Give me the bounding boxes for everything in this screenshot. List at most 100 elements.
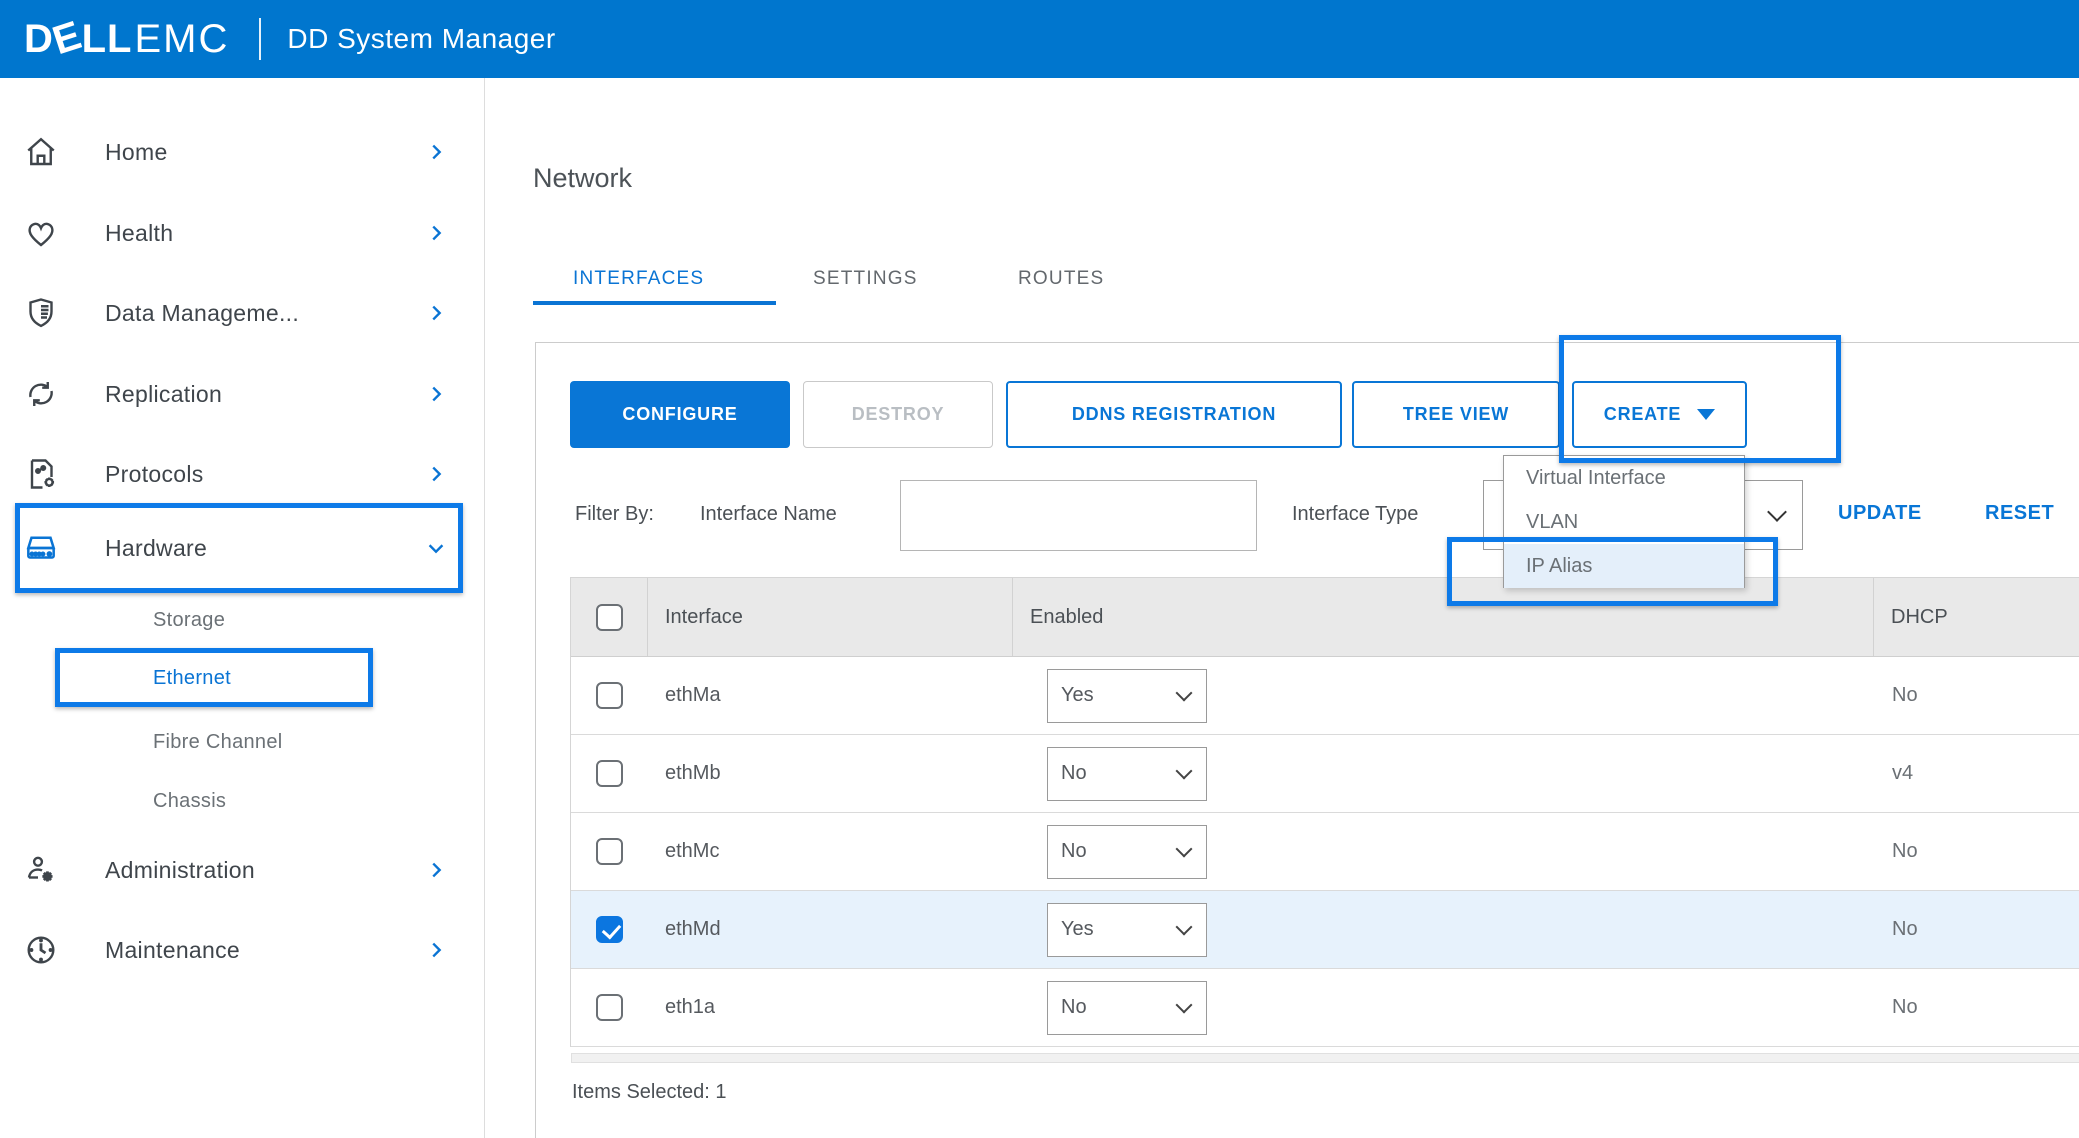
chevron-right-icon (425, 463, 447, 485)
interface-type-label: Interface Type (1292, 503, 1418, 526)
chevron-right-icon (425, 939, 447, 961)
dhcp-value: No (1874, 840, 2079, 863)
header-divider (259, 18, 261, 60)
sidebar-item-label: Replication (105, 381, 222, 408)
sidebar-subitem-label: Ethernet (153, 667, 231, 690)
sidebar-item-label: Maintenance (105, 937, 240, 964)
chevron-right-icon (425, 383, 447, 405)
chevron-right-icon (425, 222, 447, 244)
sidebar-item-label: Data Manageme... (105, 300, 299, 327)
row-checkbox[interactable] (596, 760, 623, 787)
enabled-value: Yes (1048, 684, 1094, 707)
horizontal-scrollbar[interactable] (571, 1053, 2079, 1063)
row-checkbox[interactable] (596, 682, 623, 709)
tree-view-button[interactable]: TREE VIEW (1352, 381, 1560, 448)
enabled-select[interactable]: Yes (1047, 669, 1207, 723)
shield-icon (22, 293, 60, 333)
sidebar-item-replication[interactable]: Replication (0, 370, 485, 418)
sidebar-item-storage[interactable]: Storage (0, 596, 485, 644)
enabled-select[interactable]: No (1047, 747, 1207, 801)
sidebar-item-ethernet[interactable]: Ethernet (0, 654, 485, 702)
page-title: Network (533, 163, 632, 194)
sidebar-item-maintenance[interactable]: Maintenance (0, 926, 485, 974)
sidebar-item-hardware[interactable]: Hardware (0, 524, 485, 572)
interface-name: eth1a (648, 996, 1013, 1019)
app-header: DELL EMC DD System Manager (0, 0, 2079, 78)
select-all-cell (571, 578, 648, 656)
sidebar-subitem-label: Chassis (153, 790, 226, 813)
column-header-interface: Interface (648, 578, 1013, 656)
tab-routes[interactable]: ROUTES (1018, 268, 1104, 290)
items-selected-text: Items Selected: 1 (572, 1081, 727, 1104)
chevron-down-icon (425, 537, 447, 559)
sidebar-item-label: Home (105, 139, 168, 166)
chevron-down-icon (1767, 502, 1787, 522)
chevron-down-icon (1176, 996, 1193, 1013)
sync-icon (22, 374, 60, 414)
enabled-value: No (1048, 996, 1087, 1019)
dell-emc-logo: DELL EMC (24, 17, 229, 62)
sidebar-item-label: Hardware (105, 535, 207, 562)
protocols-icon (22, 454, 60, 494)
sidebar-subitem-label: Storage (153, 609, 225, 632)
row-checkbox-checked[interactable] (596, 916, 623, 943)
sidebar-item-label: Protocols (105, 461, 204, 488)
row-checkbox[interactable] (596, 838, 623, 865)
interface-name: ethMc (648, 840, 1013, 863)
sidebar-item-fibre-channel[interactable]: Fibre Channel (0, 718, 485, 766)
chevron-down-icon (1176, 684, 1193, 701)
active-tab-underline (533, 301, 776, 305)
heart-icon (22, 213, 60, 253)
table-row-eth1a: eth1a No No (571, 969, 2079, 1047)
table-row-ethMb: ethMb No v4 (571, 735, 2079, 813)
sidebar-subitem-label: Fibre Channel (153, 731, 283, 754)
table-row-ethMd: ethMd Yes No (571, 891, 2079, 969)
sidebar-item-chassis[interactable]: Chassis (0, 777, 485, 825)
sidebar-item-home[interactable]: Home (0, 128, 485, 176)
interface-name: ethMd (648, 918, 1013, 941)
clock-icon (22, 930, 60, 970)
menu-item-virtual-interface[interactable]: Virtual Interface (1504, 456, 1744, 500)
update-link[interactable]: UPDATE (1838, 502, 1922, 525)
chevron-down-icon (1176, 840, 1193, 857)
chevron-right-icon (425, 302, 447, 324)
filter-by-label: Filter By: (575, 503, 654, 526)
chevron-right-icon (425, 859, 447, 881)
sidebar-item-data-management[interactable]: Data Manageme... (0, 289, 485, 337)
select-all-checkbox[interactable] (596, 604, 623, 631)
chevron-down-icon (1176, 762, 1193, 779)
destroy-button[interactable]: DESTROY (803, 381, 993, 448)
interface-name: ethMa (648, 684, 1013, 707)
tab-settings[interactable]: SETTINGS (813, 268, 918, 290)
create-button[interactable]: CREATE (1572, 381, 1747, 448)
table-row-ethMc: ethMc No No (571, 813, 2079, 891)
enabled-select[interactable]: Yes (1047, 903, 1207, 957)
dhcp-value: No (1874, 996, 2079, 1019)
sidebar-item-administration[interactable]: Administration (0, 846, 485, 894)
configure-button[interactable]: CONFIGURE (570, 381, 790, 448)
interface-name-input[interactable] (900, 480, 1257, 551)
enabled-value: No (1048, 762, 1087, 785)
chevron-down-icon (1176, 918, 1193, 935)
column-header-enabled: Enabled (1013, 578, 1874, 656)
sidebar-nav: Home Health Data Manageme... (0, 78, 485, 1138)
menu-item-vlan[interactable]: VLAN (1504, 500, 1744, 544)
sidebar-item-protocols[interactable]: Protocols (0, 450, 485, 498)
enabled-select[interactable]: No (1047, 981, 1207, 1035)
reset-link[interactable]: RESET (1985, 502, 2054, 525)
enabled-select[interactable]: No (1047, 825, 1207, 879)
menu-item-ip-alias[interactable]: IP Alias (1504, 544, 1744, 588)
sidebar-item-health[interactable]: Health (0, 209, 485, 257)
caret-down-icon (1697, 409, 1715, 420)
create-dropdown-menu: Virtual Interface VLAN IP Alias (1503, 455, 1745, 588)
sidebar-item-label: Health (105, 220, 173, 247)
row-checkbox[interactable] (596, 994, 623, 1021)
enabled-value: No (1048, 840, 1087, 863)
create-button-label: CREATE (1604, 404, 1681, 425)
interface-name-label: Interface Name (700, 503, 837, 526)
ddns-registration-button[interactable]: DDNS REGISTRATION (1006, 381, 1342, 448)
dell-wordmark: DELL (24, 17, 132, 62)
tab-interfaces[interactable]: INTERFACES (573, 268, 704, 290)
column-header-dhcp: DHCP (1874, 578, 2079, 656)
sidebar-item-label: Administration (105, 857, 255, 884)
